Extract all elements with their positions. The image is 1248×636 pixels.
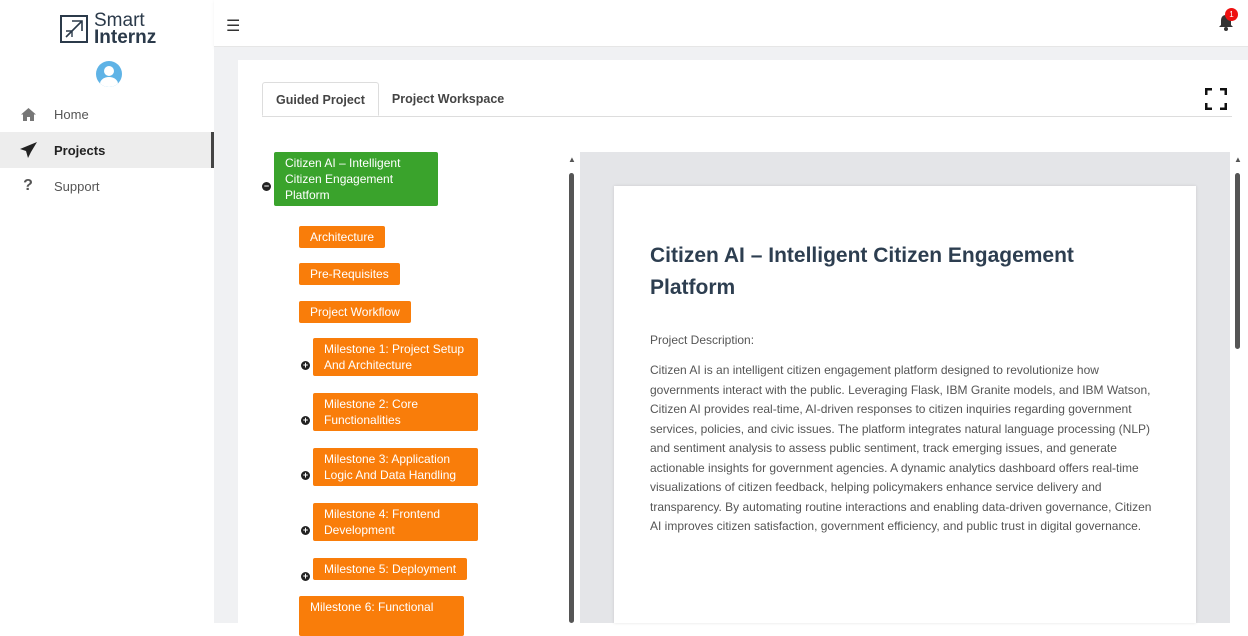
brand-name: Smart Internz	[94, 11, 157, 48]
tree-node-milestone-5[interactable]: Milestone 5: Deployment	[313, 558, 468, 580]
fullscreen-icon[interactable]	[1204, 87, 1228, 111]
expand-icon[interactable]: +	[301, 361, 310, 370]
tab-divider	[262, 116, 1232, 117]
tree-node-prerequisites[interactable]: Pre-Requisites	[299, 263, 400, 285]
expand-icon[interactable]: +	[301, 416, 310, 425]
project-tree: − Citizen AI – Intelligent Citizen Engag…	[258, 150, 568, 636]
notification-badge: 1	[1225, 8, 1238, 21]
tree-node-architecture[interactable]: Architecture	[299, 226, 386, 248]
project-tabs: Guided Project Project Workspace	[262, 82, 517, 116]
sidebar-item-projects[interactable]: Projects	[0, 132, 214, 168]
tree-node-milestone-1[interactable]: Milestone 1: Project Setup And Architect…	[313, 338, 478, 376]
tree-node-milestone-4[interactable]: Milestone 4: Frontend Development	[313, 503, 478, 541]
tree-node-milestone-2[interactable]: Milestone 2: Core Functionalities	[313, 393, 478, 431]
scrollbar-thumb[interactable]	[569, 173, 574, 623]
tree-node-milestone-3[interactable]: Milestone 3: Application Logic And Data …	[313, 448, 478, 486]
paper-plane-icon	[18, 142, 38, 158]
top-bar: ☰ 1	[214, 0, 1248, 47]
tree-node-milestone-6[interactable]: Milestone 6: Functional	[299, 596, 464, 636]
document-subtitle: Project Description:	[650, 333, 755, 347]
expand-icon[interactable]: +	[301, 572, 310, 581]
question-icon: ?	[23, 177, 33, 194]
sidebar-item-label: Projects	[54, 142, 106, 158]
brand-logo[interactable]: Smart Internz	[60, 11, 157, 48]
sidebar-item-home[interactable]: Home	[0, 96, 214, 132]
collapse-icon[interactable]: −	[262, 182, 271, 191]
logo-mark-icon	[60, 15, 88, 43]
tree-scrollbar[interactable]: ▲	[568, 156, 576, 623]
sidebar-item-label: Support	[54, 178, 100, 194]
expand-icon[interactable]: +	[301, 526, 310, 535]
sidebar-item-label: Home	[54, 106, 89, 122]
sidebar: Smart Internz Home Projects ? Support	[0, 0, 215, 623]
expand-icon[interactable]: +	[301, 471, 310, 480]
scrollbar-thumb[interactable]	[1235, 173, 1240, 349]
scroll-up-icon[interactable]: ▲	[568, 156, 576, 164]
avatar[interactable]	[96, 61, 122, 87]
sidebar-nav: Home Projects ? Support	[0, 96, 214, 204]
document-title: Citizen AI – Intelligent Citizen Engagem…	[650, 244, 1074, 299]
scroll-up-icon[interactable]: ▲	[1234, 156, 1242, 164]
tab-project-workspace[interactable]: Project Workspace	[379, 82, 517, 116]
menu-toggle-icon[interactable]: ☰	[226, 16, 240, 36]
home-icon	[18, 107, 38, 121]
tab-guided-project[interactable]: Guided Project	[262, 82, 379, 116]
tree-node-project-workflow[interactable]: Project Workflow	[299, 301, 411, 323]
brand-line-2: Internz	[94, 27, 157, 48]
document-body: Citizen AI is an intelligent citizen eng…	[650, 363, 1152, 533]
sidebar-item-support[interactable]: ? Support	[0, 168, 214, 204]
tree-root-node[interactable]: Citizen AI – Intelligent Citizen Engagem…	[274, 152, 438, 206]
document-scrollbar[interactable]: ▲	[1234, 156, 1242, 623]
